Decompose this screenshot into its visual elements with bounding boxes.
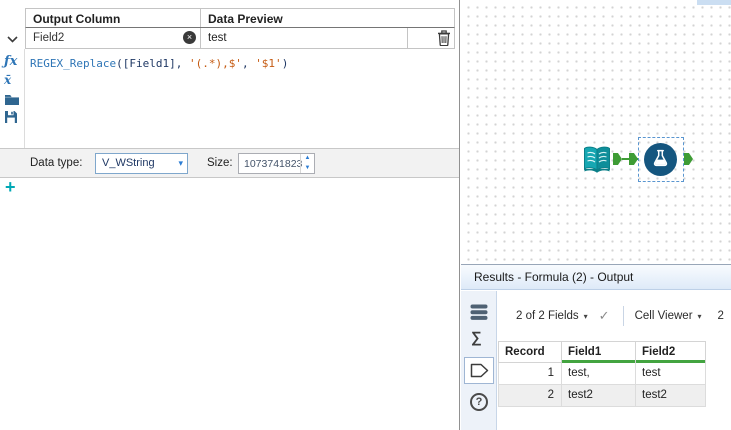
expression-function-token: REGEX_Replace <box>30 57 117 70</box>
spin-up-icon[interactable]: ▲ <box>301 154 314 164</box>
results-title: Results - Formula (2) - Output <box>461 265 731 290</box>
formula-tool-input-anchor[interactable] <box>629 153 638 165</box>
size-value: 1073741823 <box>244 158 303 170</box>
results-toolbar: 2 of 2 Fields ▾ ✓ Cell Viewer ▾ 2 <box>498 297 731 335</box>
data-quality-bar <box>636 360 705 363</box>
header-label: Record <box>505 346 545 358</box>
results-body: ∑ ? 2 of 2 Fields ▾ ✓ Cell Viewer ▾ 2 Re… <box>461 291 731 430</box>
flask-icon <box>651 149 670 171</box>
variables-icon[interactable]: x̄ <box>4 73 11 87</box>
field1-cell[interactable]: test, <box>562 363 636 385</box>
size-spinner[interactable]: ▲ ▼ <box>300 154 314 173</box>
help-icon[interactable]: ? <box>470 393 488 411</box>
table-row: 1 test, test <box>498 363 706 385</box>
size-input[interactable]: 1073741823 ▲ ▼ <box>238 153 315 174</box>
record-number-cell[interactable]: 2 <box>498 385 562 407</box>
input-tool-output-anchor[interactable] <box>613 153 622 165</box>
caret-down-icon[interactable]: ▾ <box>584 312 588 321</box>
metadata-view-button[interactable] <box>464 357 494 384</box>
formula-tool-output-anchor[interactable] <box>684 153 693 165</box>
delete-expression-icon[interactable] <box>437 30 451 47</box>
table-rows-icon[interactable] <box>470 304 488 324</box>
formula-config-panel: Output Column Data Preview Field2 × test <box>0 0 459 430</box>
expression-string-token: '$1' <box>255 57 282 70</box>
check-icon[interactable]: ✓ <box>599 308 610 324</box>
column-header-record[interactable]: Record <box>498 342 562 363</box>
results-panel: Results - Formula (2) - Output ∑ ? 2 of <box>461 264 731 430</box>
data-type-value: V_WString <box>102 157 155 169</box>
output-column-input[interactable]: Field2 × <box>26 28 201 48</box>
data-quality-bar <box>562 360 635 363</box>
expression-grid-header: Output Column Data Preview <box>25 8 455 28</box>
formula-tool[interactable] <box>644 143 677 176</box>
field1-cell[interactable]: test2 <box>562 385 636 407</box>
expression-editor[interactable]: REGEX_Replace([Field1], '(.*),$', '$1') <box>26 49 455 148</box>
data-type-select[interactable]: V_WString ▾ <box>95 153 188 174</box>
header-label: Field1 <box>568 346 602 358</box>
column-header-field2[interactable]: Field2 <box>636 342 706 363</box>
workflow-canvas[interactable] <box>461 0 731 264</box>
results-table: Record Field1 Field2 1 test, test 2 test… <box>498 341 706 407</box>
expression-plain-token: ([Field1], <box>116 57 189 70</box>
alteryx-designer-window: Output Column Data Preview Field2 × test <box>0 0 731 430</box>
data-type-bar: Data type: V_WString ▾ Size: 1073741823 … <box>0 148 459 178</box>
output-column-value: Field2 <box>33 32 65 44</box>
gutter-divider <box>24 49 25 148</box>
data-type-label: Data type: <box>30 157 83 169</box>
field2-cell[interactable]: test <box>636 363 706 385</box>
expression-collapse-chevron-icon[interactable] <box>3 31 21 47</box>
tag-icon <box>470 363 488 378</box>
canvas-scroll-corner <box>697 0 731 5</box>
record-number-cell[interactable]: 1 <box>498 363 562 385</box>
field2-cell[interactable]: test2 <box>636 385 706 407</box>
data-preview-header: Data Preview <box>208 12 283 26</box>
spin-down-icon[interactable]: ▼ <box>301 164 314 174</box>
caret-down-icon[interactable]: ▾ <box>698 312 702 321</box>
output-field-row: Field2 × test <box>25 28 455 49</box>
functions-icon[interactable]: ƒx <box>4 54 17 69</box>
add-expression-button[interactable]: + <box>5 178 16 196</box>
header-label: Field2 <box>642 346 676 358</box>
expression-plain-token: ) <box>281 57 289 70</box>
cell-viewer-dropdown[interactable]: Cell Viewer <box>635 310 693 322</box>
results-icon-strip: ∑ ? <box>461 291 497 430</box>
table-row: 2 test2 test2 <box>498 385 706 407</box>
saved-expressions-icon[interactable] <box>4 110 18 127</box>
toolbar-truncated-text: 2 <box>717 310 724 322</box>
column-header-field1[interactable]: Field1 <box>562 342 636 363</box>
caret-down-icon: ▾ <box>178 158 183 168</box>
toolbar-separator <box>622 306 624 326</box>
panel-divider[interactable] <box>459 0 460 430</box>
input-data-tool[interactable] <box>582 144 612 176</box>
constants-icon[interactable] <box>4 93 20 109</box>
fields-dropdown[interactable]: 2 of 2 Fields <box>516 310 579 322</box>
size-label: Size: <box>207 157 233 169</box>
data-preview-value: test <box>201 28 408 48</box>
clear-field-icon[interactable]: × <box>183 31 196 44</box>
expression-string-token: '(.*),$' <box>188 57 242 70</box>
sigma-icon[interactable]: ∑ <box>471 329 482 346</box>
output-column-header: Output Column <box>26 9 201 27</box>
results-table-header: Record Field1 Field2 <box>498 341 706 363</box>
expression-plain-token: , <box>241 57 256 70</box>
